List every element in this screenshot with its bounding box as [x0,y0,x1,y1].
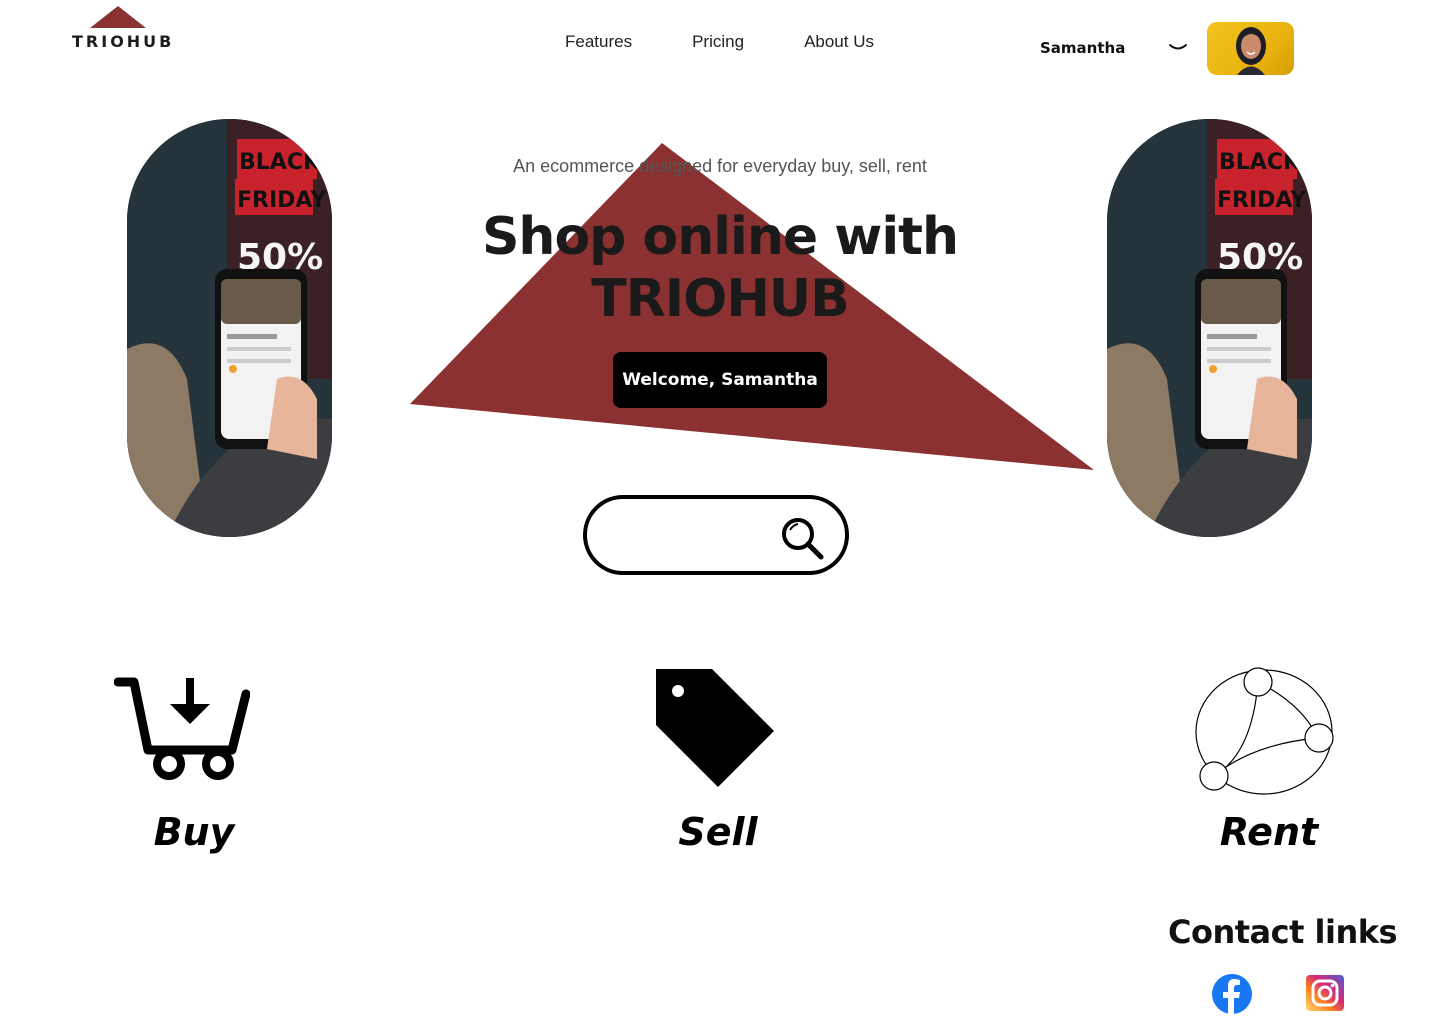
nav-item-features[interactable]: Features [565,32,632,52]
search-input[interactable] [611,517,785,555]
category-label-buy[interactable]: Buy [94,810,294,854]
search-icon[interactable] [777,513,827,563]
avatar[interactable] [1207,22,1294,75]
category-label-sell[interactable]: Sell [618,810,818,854]
rent-card[interactable] [1192,664,1338,798]
buy-card[interactable] [113,676,251,780]
nav-item-pricing[interactable]: Pricing [692,32,744,52]
brand-logo[interactable]: TRIOHUB [70,6,180,56]
user-name[interactable]: Samantha [1040,39,1125,57]
facebook-icon[interactable] [1212,974,1252,1014]
cart-download-icon [113,677,251,780]
welcome-button[interactable]: Welcome, Samantha [613,352,827,408]
category-label-rent[interactable]: Rent [1169,810,1369,854]
contact-title: Contact links [1168,913,1398,951]
hero-tagline: An ecommerce designed for everyday buy, … [513,156,927,176]
hero-headline-line2: TRIOHUB [591,269,849,329]
main-nav: Features Pricing About Us [565,32,934,52]
search-bar[interactable] [583,495,849,575]
instagram-icon[interactable] [1306,975,1344,1011]
logo-triangle-icon [90,6,146,28]
sell-card[interactable] [654,667,778,791]
hero-headline: Shop online with TRIOHUB [0,206,1440,330]
logo-text: TRIOHUB [72,32,175,51]
nav-item-about-us[interactable]: About Us [804,32,874,52]
chevron-down-icon[interactable] [1168,42,1188,54]
network-icon [1195,667,1334,795]
hero-headline-line1: Shop online with [481,207,959,267]
avatar-person-image [1236,27,1266,75]
price-tag-icon [656,669,774,787]
